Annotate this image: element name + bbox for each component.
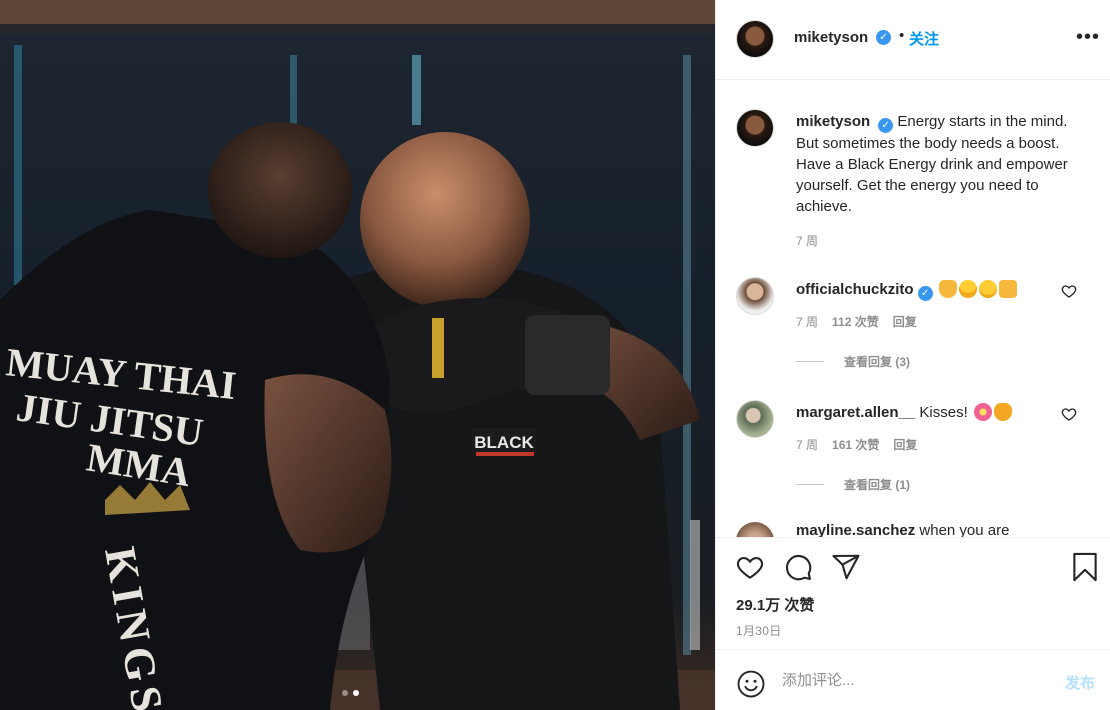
thumbs-up-icon	[998, 280, 1017, 298]
comment-likes[interactable]: 112 次赞	[832, 313, 879, 330]
separator-dot: •	[899, 27, 905, 44]
send-icon[interactable]	[831, 552, 861, 582]
bookmark-icon[interactable]	[1071, 552, 1099, 582]
brand-patch-text: BLACK	[474, 433, 534, 452]
hibiscus-icon	[973, 403, 992, 421]
comment-username[interactable]: mayline.sanchez	[796, 522, 915, 537]
avatar[interactable]	[736, 277, 774, 315]
carousel-indicator	[342, 690, 359, 696]
reply-button[interactable]: 回复	[893, 436, 917, 453]
carousel-dot	[342, 690, 348, 696]
comments-list[interactable]: miketyson ✓ Energy starts in the mind. Bu…	[716, 81, 1110, 537]
post-header: miketyson ✓ • 关注 •••	[716, 0, 1110, 80]
verified-badge-icon: ✓	[878, 118, 894, 133]
comment-text: when you are	[919, 522, 1010, 537]
view-replies-label: 查看回复 (3)	[844, 355, 911, 369]
folded-hands-icon	[938, 280, 957, 298]
hugging-face-icon	[978, 280, 997, 298]
comment-likes[interactable]: 161 次赞	[832, 436, 879, 453]
post-date[interactable]: 1月30日	[736, 622, 782, 639]
comment-username[interactable]: margaret.allen__	[796, 404, 915, 421]
reply-button[interactable]: 回复	[893, 313, 917, 330]
comment-text: Kisses!	[919, 404, 968, 421]
comment-timestamp[interactable]: 7 周	[796, 313, 818, 330]
smiling-face-icon	[958, 280, 977, 298]
verified-badge-icon: ✓	[917, 286, 933, 301]
partial-comment: mayline.sanchez when you are	[796, 522, 1009, 537]
avatar[interactable]	[736, 522, 774, 537]
view-replies-button[interactable]: 查看回复 (3)	[796, 353, 910, 370]
post-actions: 29.1万 次赞 1月30日	[716, 537, 1110, 649]
comment-input[interactable]	[782, 668, 1052, 692]
comment-timestamp[interactable]: 7 周	[796, 436, 818, 453]
divider	[796, 484, 824, 485]
caption-text: miketyson ✓ Energy starts in the mind. Bu…	[796, 111, 1076, 217]
follow-button[interactable]: 关注	[909, 28, 939, 49]
view-replies-label: 查看回复 (1)	[844, 478, 911, 492]
caption-timestamp[interactable]: 7 周	[796, 232, 818, 249]
avatar[interactable]	[736, 20, 774, 58]
divider	[796, 361, 824, 362]
verified-badge-icon: ✓	[876, 30, 891, 45]
post-sidebar: miketyson ✓ • 关注 ••• miketyson ✓ Energy s…	[715, 0, 1110, 710]
smiley-icon[interactable]	[736, 669, 766, 699]
comment-line: margaret.allen__ Kisses!	[796, 403, 1012, 421]
view-replies-button[interactable]: 查看回复 (1)	[796, 476, 910, 493]
comment-like-heart-icon[interactable]	[1061, 406, 1077, 422]
post-comment-button[interactable]: 发布	[1065, 672, 1095, 693]
comment-icon[interactable]	[783, 552, 813, 582]
photo-scene: BLACK MUAY THAI JIU JITSU MMA KINGS	[0, 0, 715, 710]
add-comment-form: 发布	[716, 649, 1110, 710]
more-options-icon[interactable]: •••	[1076, 26, 1100, 49]
avatar[interactable]	[736, 109, 774, 147]
star-struck-cat-icon	[993, 403, 1012, 421]
caption-username[interactable]: miketyson	[796, 113, 870, 130]
heart-icon[interactable]	[735, 552, 765, 582]
author-username[interactable]: miketyson	[794, 29, 868, 46]
likes-count[interactable]: 29.1万 次赞	[736, 594, 814, 615]
avatar[interactable]	[736, 400, 774, 438]
comment-meta: 7 周 112 次赞 回复	[796, 313, 917, 330]
post-photo[interactable]: BLACK MUAY THAI JIU JITSU MMA KINGS	[0, 0, 715, 710]
comment-line: officialchuckzito ✓	[796, 280, 1017, 301]
comment-username[interactable]: officialchuckzito	[796, 281, 914, 298]
comment-meta: 7 周 161 次赞 回复	[796, 436, 917, 453]
carousel-dot-active	[353, 690, 359, 696]
comment-like-heart-icon[interactable]	[1061, 283, 1077, 299]
